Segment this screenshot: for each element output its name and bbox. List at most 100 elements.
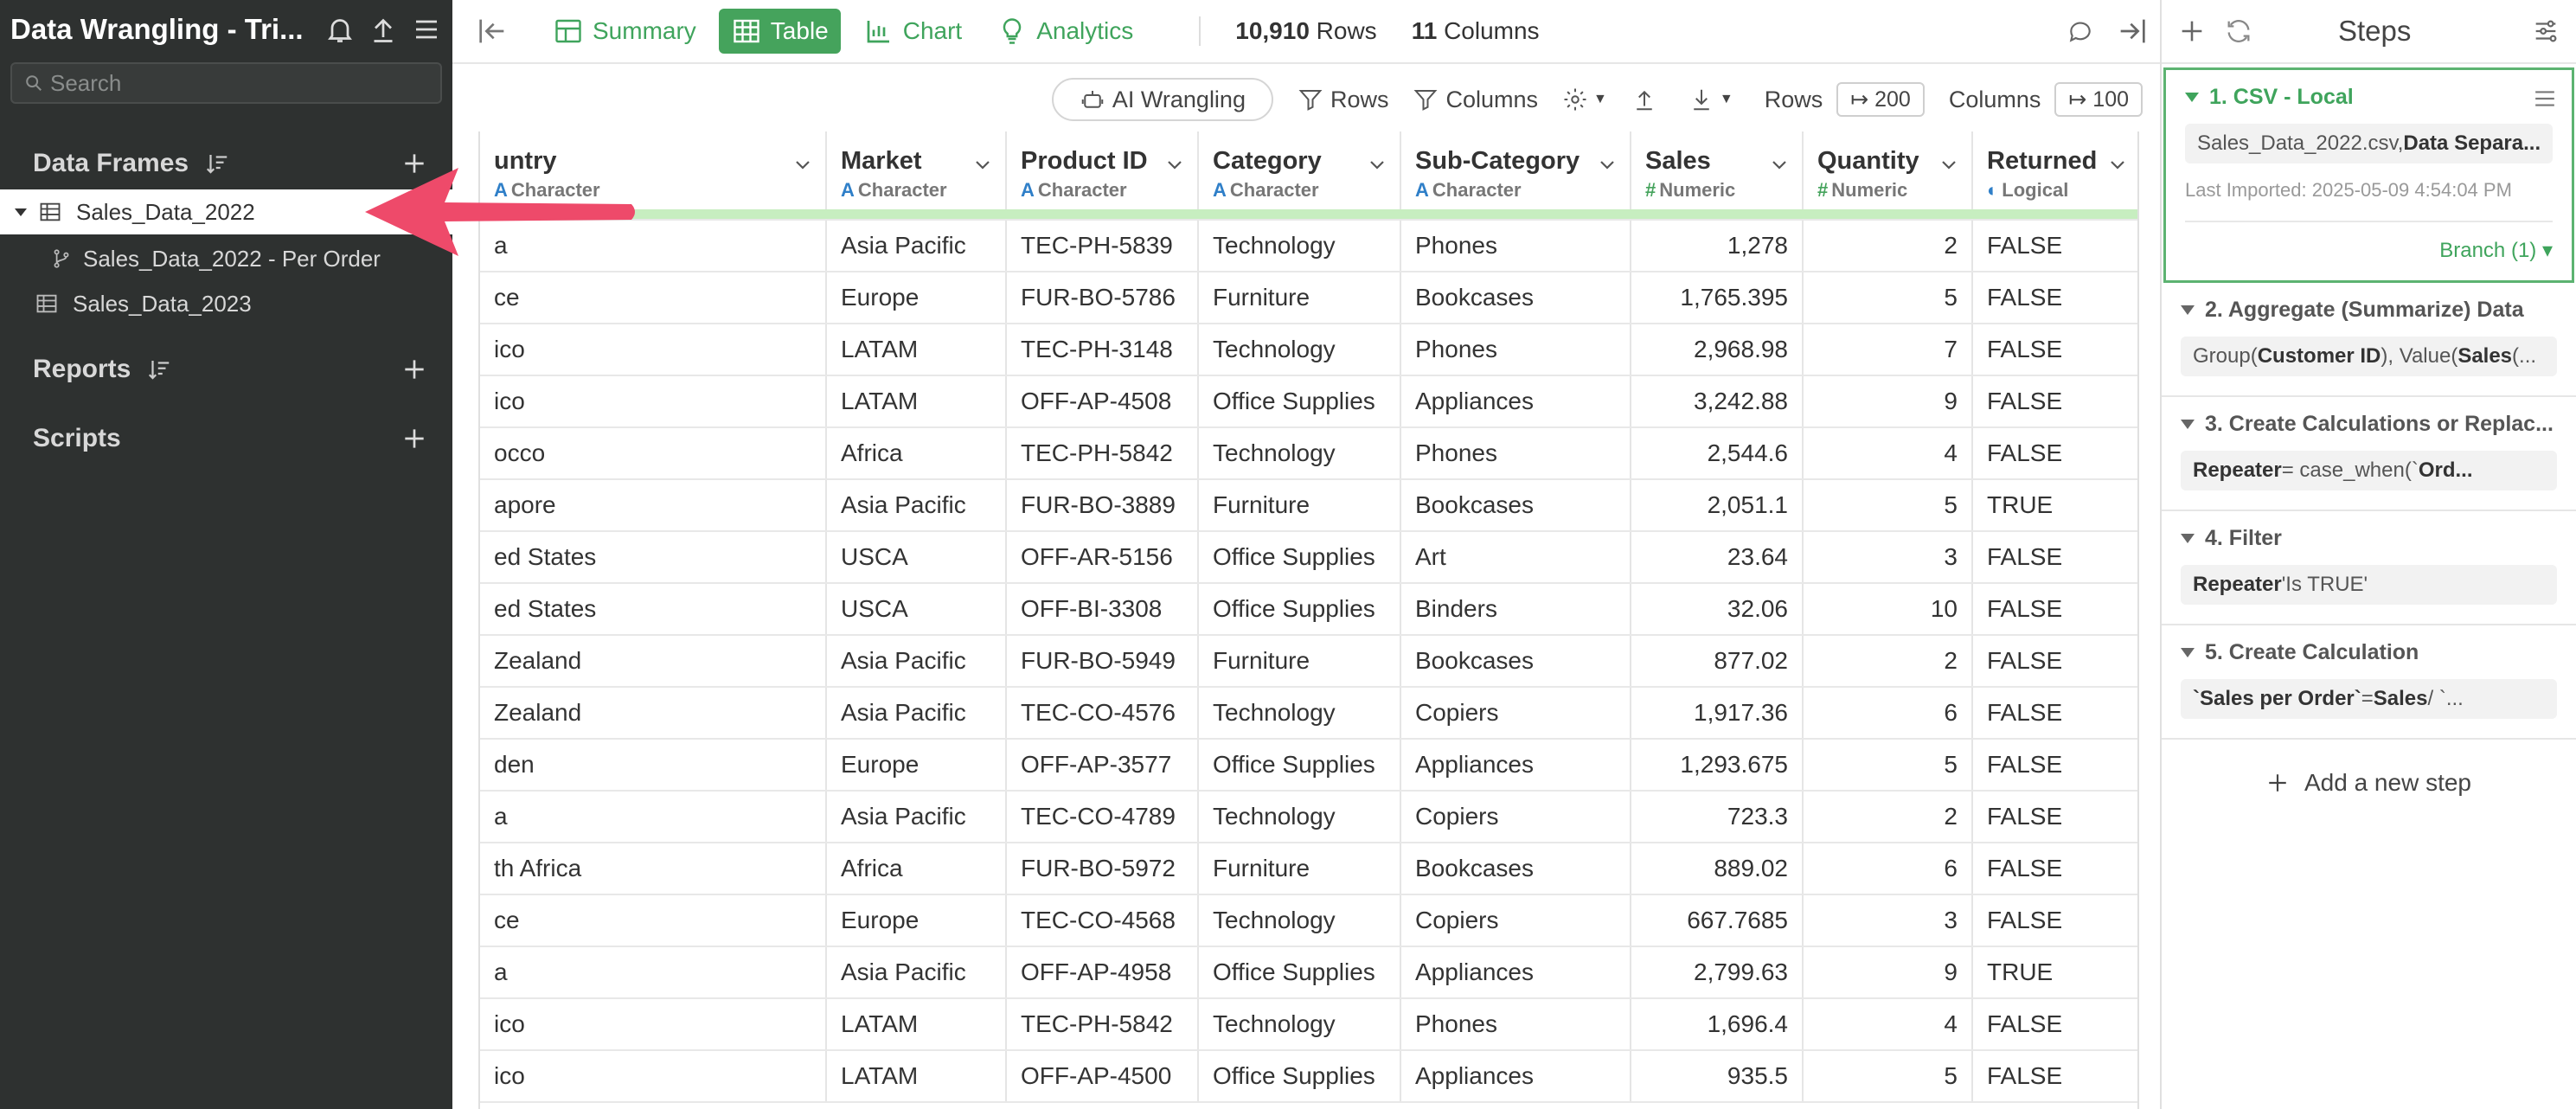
table-cell[interactable]: 4 — [1803, 427, 1973, 480]
chevron-down-icon[interactable] — [1367, 154, 1387, 175]
bell-icon[interactable] — [324, 14, 356, 45]
step-title[interactable]: 1. CSV - Local — [2185, 70, 2553, 124]
tab-chart[interactable]: Chart — [851, 9, 974, 54]
table-cell[interactable]: Technology — [1198, 998, 1401, 1051]
tab-summary[interactable]: Summary — [541, 9, 708, 54]
table-cell[interactable]: Technology — [1198, 894, 1401, 947]
table-cell[interactable]: 1,278 — [1631, 220, 1804, 272]
table-cell[interactable]: 5 — [1803, 1050, 1973, 1103]
project-title[interactable]: Data Wrangling - Tri... — [10, 13, 315, 46]
table-cell[interactable]: Technology — [1198, 220, 1401, 272]
branch-dropdown[interactable]: Branch (1) ▾ — [2185, 222, 2553, 280]
table-cell[interactable]: Phones — [1400, 220, 1631, 272]
columns-limit-input[interactable]: ↦ 100 — [2054, 82, 2143, 117]
step-csv-local[interactable]: 1. CSV - Local Sales_Data_2022.csv, Data… — [2163, 67, 2574, 283]
add-new-step-button[interactable]: Add a new step — [2162, 740, 2576, 826]
table-cell[interactable]: Zealand — [480, 687, 827, 740]
table-cell[interactable]: Copiers — [1400, 791, 1631, 843]
table-cell[interactable]: 3 — [1803, 531, 1973, 584]
table-cell[interactable]: FUR-BO-5949 — [1006, 635, 1199, 688]
table-cell[interactable]: 7 — [1803, 324, 1973, 376]
step-title[interactable]: 4. Filter — [2181, 511, 2557, 565]
ai-wrangling-button[interactable]: AI Wrangling — [1051, 78, 1273, 121]
table-cell[interactable]: OFF-AP-3577 — [1006, 739, 1199, 792]
table-cell[interactable]: TEC-PH-3148 — [1006, 324, 1199, 376]
table-cell[interactable]: TEC-CO-4789 — [1006, 791, 1199, 843]
table-cell[interactable]: OFF-AP-4508 — [1006, 375, 1199, 428]
table-cell[interactable]: 667.7685 — [1631, 894, 1804, 947]
collapse-triangle-icon[interactable] — [2181, 419, 2195, 429]
table-cell[interactable]: Office Supplies — [1198, 946, 1401, 999]
table-cell[interactable]: FUR-BO-5786 — [1006, 272, 1199, 324]
step-description[interactable]: Sales_Data_2022.csv, Data Separa... — [2185, 124, 2553, 163]
table-cell[interactable]: FALSE — [1972, 531, 2137, 584]
expand-caret-icon[interactable] — [12, 203, 29, 221]
table-cell[interactable]: Office Supplies — [1198, 531, 1401, 584]
upload-icon[interactable] — [368, 14, 399, 45]
table-cell[interactable]: FALSE — [1972, 583, 2137, 636]
table-cell[interactable]: LATAM — [826, 375, 1007, 428]
step-title[interactable]: 3. Create Calculations or Replac... — [2181, 397, 2557, 451]
expand-steps-icon[interactable] — [2115, 14, 2150, 48]
column-header[interactable]: Returned ◐ Logical — [1972, 131, 2137, 209]
chevron-down-icon[interactable] — [1164, 154, 1185, 175]
table-cell[interactable]: Office Supplies — [1198, 739, 1401, 792]
step-create-calculation[interactable]: 5. Create Calculation `Sales per Order` … — [2162, 625, 2576, 740]
table-cell[interactable]: 6 — [1803, 843, 1973, 895]
table-cell[interactable]: TEC-PH-5842 — [1006, 427, 1199, 480]
table-cell[interactable]: 723.3 — [1631, 791, 1804, 843]
step-filter[interactable]: 4. Filter Repeater 'Is TRUE' — [2162, 511, 2576, 625]
table-cell[interactable]: 1,696.4 — [1631, 998, 1804, 1051]
table-cell[interactable]: Europe — [826, 739, 1007, 792]
table-cell[interactable]: FALSE — [1972, 843, 2137, 895]
comment-icon[interactable] — [2067, 17, 2094, 45]
table-cell[interactable]: 2,968.98 — [1631, 324, 1804, 376]
table-cell[interactable]: Art — [1400, 531, 1631, 584]
table-cell[interactable]: Appliances — [1400, 739, 1631, 792]
table-cell[interactable]: 889.02 — [1631, 843, 1804, 895]
tab-table[interactable]: Table — [718, 9, 841, 54]
table-cell[interactable]: Office Supplies — [1198, 1050, 1401, 1103]
table-cell[interactable]: apore — [480, 479, 827, 532]
table-cell[interactable]: FALSE — [1972, 375, 2137, 428]
table-cell[interactable]: ico — [480, 375, 827, 428]
download-dropdown[interactable]: ▼ — [1688, 87, 1733, 112]
table-cell[interactable]: 1,917.36 — [1631, 687, 1804, 740]
step-aggregate[interactable]: 2. Aggregate (Summarize) Data Group(Cust… — [2162, 283, 2576, 397]
table-cell[interactable]: 2 — [1803, 635, 1973, 688]
table-cell[interactable]: FALSE — [1972, 791, 2137, 843]
table-cell[interactable]: Asia Pacific — [826, 220, 1007, 272]
sort-icon[interactable] — [204, 151, 230, 176]
step-description[interactable]: `Sales per Order` = Sales / `... — [2181, 679, 2557, 719]
column-header[interactable]: Market A Character — [826, 131, 1007, 209]
sort-icon[interactable] — [146, 356, 172, 382]
table-cell[interactable]: ce — [480, 894, 827, 947]
step-menu-icon[interactable] — [2534, 89, 2556, 108]
table-cell[interactable]: ed States — [480, 531, 827, 584]
table-cell[interactable]: 3,242.88 — [1631, 375, 1804, 428]
table-cell[interactable]: a — [480, 791, 827, 843]
table-cell[interactable]: FALSE — [1972, 220, 2137, 272]
table-cell[interactable]: 6 — [1803, 687, 1973, 740]
settings-dropdown[interactable]: ▼ — [1562, 87, 1607, 112]
table-cell[interactable]: LATAM — [826, 998, 1007, 1051]
table-cell[interactable]: USCA — [826, 583, 1007, 636]
add-report-icon[interactable] — [400, 356, 428, 383]
table-cell[interactable]: Binders — [1400, 583, 1631, 636]
column-header[interactable]: Category A Character — [1198, 131, 1401, 209]
columns-filter-button[interactable]: Columns — [1413, 87, 1538, 113]
table-cell[interactable]: LATAM — [826, 324, 1007, 376]
table-cell[interactable]: Asia Pacific — [826, 791, 1007, 843]
table-cell[interactable]: a — [480, 946, 827, 999]
table-cell[interactable]: ce — [480, 272, 827, 324]
table-cell[interactable]: 877.02 — [1631, 635, 1804, 688]
table-cell[interactable]: 2 — [1803, 220, 1973, 272]
table-cell[interactable]: FALSE — [1972, 1050, 2137, 1103]
table-cell[interactable]: FUR-BO-5972 — [1006, 843, 1199, 895]
step-description[interactable]: Repeater 'Is TRUE' — [2181, 565, 2557, 605]
tab-analytics[interactable]: Analytics — [984, 9, 1145, 54]
table-cell[interactable]: ed States — [480, 583, 827, 636]
column-header[interactable]: Sub-Category A Character — [1400, 131, 1631, 209]
table-cell[interactable]: 23.64 — [1631, 531, 1804, 584]
chevron-down-icon[interactable] — [792, 154, 813, 175]
